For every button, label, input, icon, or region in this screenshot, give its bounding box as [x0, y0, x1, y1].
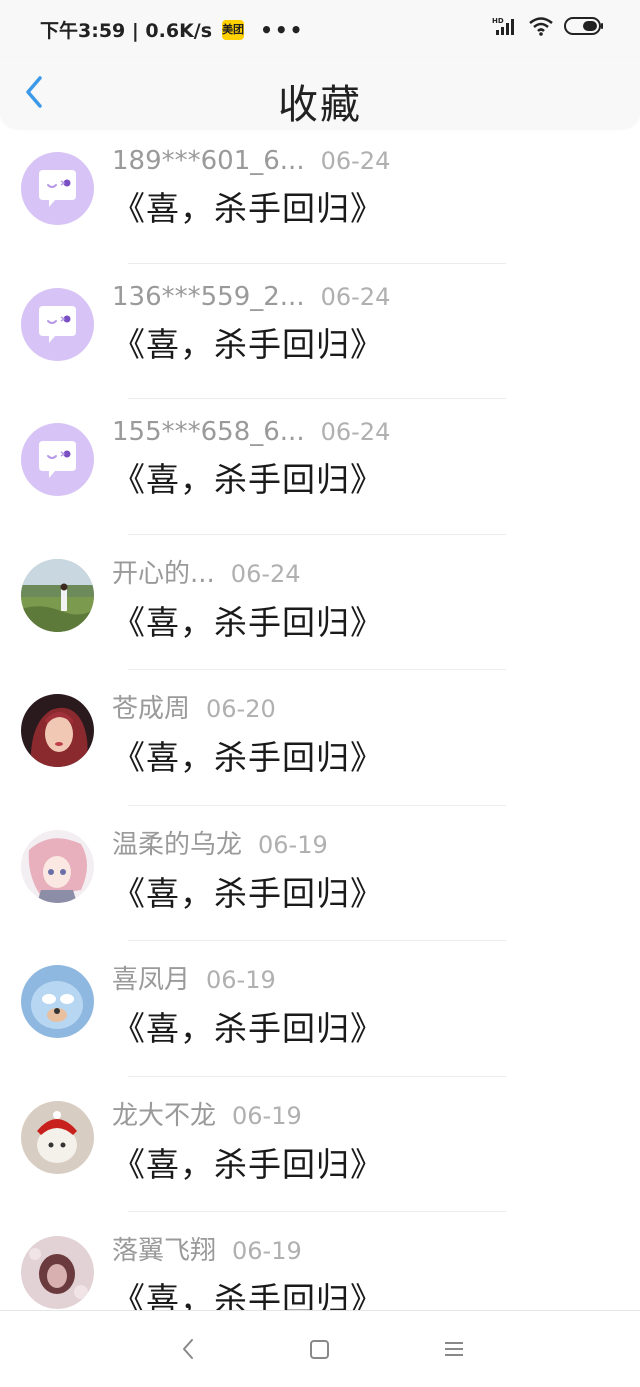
- item-title: 《喜，杀手回归》: [112, 324, 384, 364]
- item-text: 喜凤月 06-19 《喜，杀手回归》: [112, 959, 384, 1050]
- signal-icon: HD: [492, 17, 514, 35]
- item-text: 温柔的乌龙 06-19 《喜，杀手回归》: [112, 824, 384, 915]
- item-title: 《喜，杀手回归》: [112, 1009, 384, 1048]
- item-title: 《喜，杀手回归》: [112, 460, 384, 499]
- list-item[interactable]: 温柔的乌龙 06-19 《喜，杀手回归》: [0, 806, 640, 941]
- item-date: 06-24: [230, 559, 301, 588]
- item-title: 《喜，杀手回归》: [112, 738, 384, 777]
- item-meta: 开心的... 06-24: [112, 553, 384, 590]
- list-item[interactable]: 龙大不龙 06-19 《喜，杀手回归》: [0, 1077, 640, 1212]
- item-user-name: 龙大不龙: [112, 1100, 217, 1131]
- list-item[interactable]: 开心的... 06-24 《喜，杀手回归》: [0, 535, 640, 670]
- item-date: 06-19: [258, 830, 328, 859]
- screen: 下午3:59 | 0.6K/s 美团 ••• HD 收藏 189***601_6…: [0, 0, 640, 1387]
- wifi-icon: [529, 17, 553, 36]
- item-date: 06-20: [206, 695, 276, 723]
- item-date: 06-24: [320, 418, 391, 446]
- item-date: 06-19: [232, 1237, 302, 1265]
- item-user-name: 落翼飞翔: [112, 1236, 217, 1266]
- item-meta: 155***658_6... 06-24: [112, 417, 390, 447]
- item-date: 06-24: [320, 282, 391, 311]
- system-nav-bar: [0, 1310, 640, 1387]
- item-meta: 苍成周 06-20: [112, 688, 384, 725]
- header: 收藏: [0, 58, 640, 128]
- item-meta: 136***559_2... 06-24: [112, 282, 390, 312]
- item-meta: 喜凤月 06-19: [112, 959, 384, 996]
- item-text: 189***601_6... 06-24 《喜，杀手回归》: [112, 146, 390, 230]
- network-type-label: HD: [492, 17, 504, 25]
- avatar[interactable]: [21, 694, 94, 767]
- item-text: 龙大不龙 06-19 《喜，杀手回归》: [112, 1095, 384, 1186]
- nav-menu-icon[interactable]: [443, 1337, 465, 1361]
- avatar[interactable]: [21, 965, 94, 1038]
- item-meta: 温柔的乌龙 06-19: [112, 824, 384, 861]
- item-date: 06-24: [320, 147, 391, 175]
- page-title: 收藏: [278, 82, 362, 128]
- item-text: 开心的... 06-24 《喜，杀手回归》: [112, 553, 384, 644]
- avatar[interactable]: [21, 829, 94, 903]
- status-bar: 下午3:59 | 0.6K/s 美团 ••• HD: [0, 0, 640, 58]
- item-date: 06-19: [232, 1101, 302, 1130]
- item-user-name: 136***559_2...: [112, 281, 305, 312]
- more-notifications-icon: •••: [260, 17, 305, 42]
- nav-back-icon[interactable]: [178, 1337, 198, 1361]
- list-item[interactable]: 苍成周 06-20 《喜，杀手回归》: [0, 670, 640, 806]
- item-date: 06-19: [206, 966, 276, 994]
- item-text: 落翼飞翔 06-19 《喜，杀手回归》: [112, 1230, 384, 1321]
- item-title: 《喜，杀手回归》: [112, 602, 384, 642]
- status-right: HD: [492, 16, 604, 36]
- default-avatar-icon[interactable]: [21, 152, 94, 225]
- list-item[interactable]: 155***658_6... 06-24 《喜，杀手回归》: [0, 399, 640, 535]
- item-title: 《喜，杀手回归》: [112, 189, 384, 228]
- item-text: 155***658_6... 06-24 《喜，杀手回归》: [112, 417, 390, 501]
- meituan-app-icon: 美团: [222, 19, 245, 40]
- list-item[interactable]: 136***559_2... 06-24 《喜，杀手回归》: [0, 264, 640, 399]
- list-item[interactable]: 189***601_6... 06-24 《喜，杀手回归》: [0, 128, 640, 264]
- item-user-name: 苍成周: [112, 694, 191, 724]
- item-user-name: 189***601_6...: [112, 146, 305, 176]
- item-user-name: 155***658_6...: [112, 417, 305, 447]
- item-meta: 189***601_6... 06-24: [112, 146, 390, 176]
- avatar[interactable]: [21, 1236, 94, 1309]
- item-meta: 落翼飞翔 06-19: [112, 1230, 384, 1267]
- battery-icon: [564, 17, 603, 35]
- item-title: 《喜，杀手回归》: [112, 1144, 384, 1184]
- nav-home-icon[interactable]: [309, 1337, 331, 1361]
- item-text: 136***559_2... 06-24 《喜，杀手回归》: [112, 282, 390, 366]
- item-text: 苍成周 06-20 《喜，杀手回归》: [112, 688, 384, 779]
- item-user-name: 喜凤月: [112, 965, 191, 995]
- default-avatar-icon[interactable]: [21, 423, 94, 496]
- avatar[interactable]: [21, 1100, 94, 1174]
- list-item[interactable]: 喜凤月 06-19 《喜，杀手回归》: [0, 941, 640, 1077]
- default-avatar-icon[interactable]: [21, 287, 94, 361]
- item-user-name: 开心的...: [112, 558, 215, 589]
- favorites-list: 189***601_6... 06-24 《喜，杀手回归》 136***559_…: [0, 128, 640, 1348]
- item-user-name: 温柔的乌龙: [112, 829, 243, 860]
- item-title: 《喜，杀手回归》: [112, 873, 384, 913]
- item-meta: 龙大不龙 06-19: [112, 1095, 384, 1132]
- avatar[interactable]: [21, 558, 94, 632]
- status-left: 下午3:59 | 0.6K/s 美团 •••: [40, 16, 304, 43]
- status-time-speed: 下午3:59 | 0.6K/s: [40, 20, 213, 42]
